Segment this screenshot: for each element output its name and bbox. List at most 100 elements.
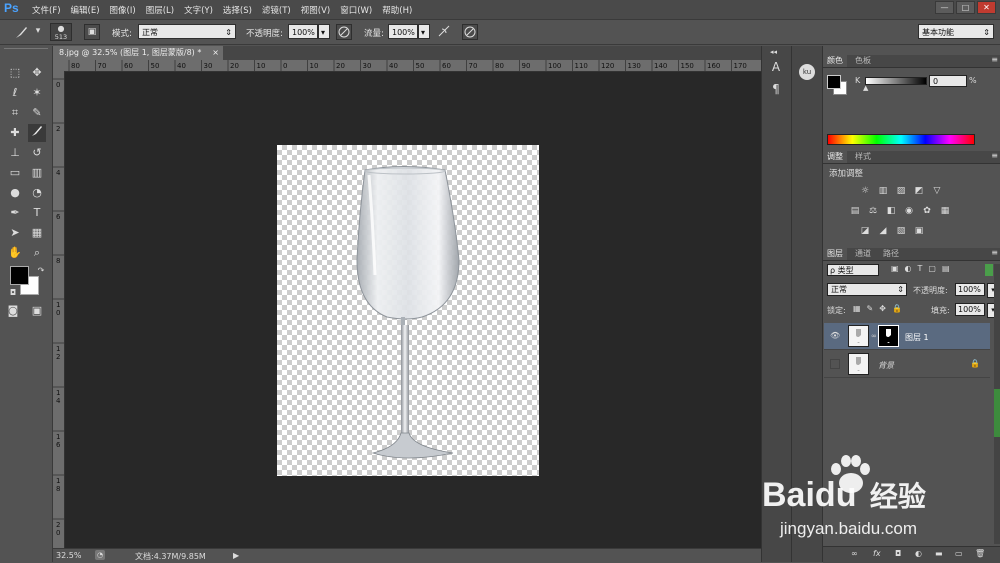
- invert-adjust-icon[interactable]: ◪: [859, 226, 871, 236]
- new-layer-icon[interactable]: ▭: [955, 549, 963, 558]
- menu-layer[interactable]: 图层(L): [146, 4, 174, 16]
- hue-saturation-adjust-icon[interactable]: ▤: [849, 206, 861, 216]
- brush-size-picker[interactable]: ● 513: [50, 23, 72, 41]
- move-tool-icon[interactable]: ✥: [28, 64, 46, 82]
- crop-tool-icon[interactable]: ⌗: [6, 104, 24, 122]
- tab-styles[interactable]: 样式: [851, 151, 875, 163]
- history-brush-tool-icon[interactable]: ↺: [28, 144, 46, 162]
- tab-layers[interactable]: 图层: [823, 248, 847, 260]
- layer-row-background[interactable]: 背景 🔒: [824, 351, 990, 378]
- link-layers-icon[interactable]: ∞: [851, 549, 858, 558]
- toolbox-grip[interactable]: [4, 48, 48, 55]
- menu-help[interactable]: 帮助(H): [382, 4, 412, 16]
- clone-stamp-tool-icon[interactable]: ⊥: [6, 144, 24, 162]
- blend-mode-select[interactable]: 正常 ⇕: [827, 283, 907, 296]
- menu-select[interactable]: 选择(S): [223, 4, 252, 16]
- flow-input[interactable]: 100%: [388, 24, 418, 39]
- layer-name[interactable]: 图层 1: [905, 332, 929, 343]
- panel-menu-icon[interactable]: ≡: [991, 55, 998, 64]
- workspace-select[interactable]: 基本功能 ⇕: [918, 24, 994, 39]
- layer-thumbnail[interactable]: [848, 325, 869, 347]
- status-info-icon[interactable]: ◔: [95, 550, 105, 560]
- layer-row-layer1[interactable]: 👁 ∞ 图层 1: [824, 323, 990, 350]
- filter-toggle[interactable]: [985, 264, 993, 276]
- color-balance-adjust-icon[interactable]: ⚖: [867, 206, 879, 216]
- visibility-box[interactable]: [830, 359, 840, 369]
- airbrush-icon[interactable]: [436, 24, 452, 40]
- background-layer-name[interactable]: 背景: [878, 360, 894, 371]
- eraser-tool-icon[interactable]: ▭: [6, 164, 24, 182]
- brush-panel-toggle-icon[interactable]: ▣: [84, 24, 100, 40]
- color-spectrum[interactable]: [827, 134, 975, 145]
- fill-input[interactable]: 100%: [955, 303, 985, 316]
- layer-filter-select[interactable]: ρ 类型: [827, 264, 879, 276]
- threshold-adjust-icon[interactable]: ▧: [895, 226, 907, 236]
- layers-scrollbar[interactable]: [994, 264, 1000, 544]
- foreground-color-swatch-front[interactable]: [10, 266, 29, 285]
- color-lookup-adjust-icon[interactable]: ▦: [939, 206, 951, 216]
- tab-close-icon[interactable]: ×: [212, 46, 219, 60]
- opacity-input[interactable]: 100%: [288, 24, 318, 39]
- color-fg-swatch-front[interactable]: [827, 75, 841, 89]
- pressure-size-icon[interactable]: [462, 24, 478, 40]
- minimize-button[interactable]: —: [935, 1, 954, 14]
- black-white-adjust-icon[interactable]: ◧: [885, 206, 897, 216]
- type-tool-icon[interactable]: T: [28, 204, 46, 222]
- panel-menu-icon[interactable]: ≡: [991, 248, 998, 257]
- menu-file[interactable]: 文件(F): [32, 4, 61, 16]
- photo-filter-adjust-icon[interactable]: ◉: [903, 206, 915, 216]
- gradient-map-adjust-icon[interactable]: ▣: [913, 226, 925, 236]
- menu-filter[interactable]: 滤镜(T): [262, 4, 291, 16]
- tab-color[interactable]: 颜色: [823, 55, 847, 67]
- channel-mixer-adjust-icon[interactable]: ✿: [921, 206, 933, 216]
- fx-icon[interactable]: fx: [873, 549, 881, 558]
- tab-swatches[interactable]: 色板: [851, 55, 875, 67]
- brush-tool-icon[interactable]: [14, 24, 30, 40]
- blur-tool-icon[interactable]: ●: [6, 184, 24, 202]
- collapse-arrows-icon[interactable]: ◂◂: [770, 48, 777, 56]
- group-folder-icon[interactable]: ▬: [935, 549, 943, 558]
- pressure-opacity-icon[interactable]: [336, 24, 352, 40]
- zoom-tool-icon[interactable]: ⌕: [28, 244, 46, 262]
- levels-adjust-icon[interactable]: ▥: [877, 186, 889, 196]
- status-menu-arrow-icon[interactable]: ▶: [233, 551, 239, 560]
- close-button[interactable]: ✕: [977, 1, 996, 14]
- slider-thumb-icon[interactable]: ▲: [863, 84, 868, 92]
- flow-dropdown-icon[interactable]: ▾: [418, 24, 430, 39]
- k-value-input[interactable]: 0: [929, 75, 967, 87]
- document-tab[interactable]: 8.jpg @ 32.5% (图层 1, 图层蒙版/8) * ×: [53, 46, 223, 60]
- character-panel-icon[interactable]: A: [767, 60, 785, 78]
- layer-opacity-input[interactable]: 100%: [955, 283, 985, 296]
- pen-tool-icon[interactable]: ✒: [6, 204, 24, 222]
- vibrance-adjust-icon[interactable]: ▽: [931, 186, 943, 196]
- curves-adjust-icon[interactable]: ▨: [895, 186, 907, 196]
- mode-select[interactable]: 正常 ⇕: [138, 24, 236, 39]
- brightness-adjust-icon[interactable]: ☼: [859, 186, 871, 196]
- menu-type[interactable]: 文字(Y): [184, 4, 213, 16]
- default-colors-icon[interactable]: ◘: [4, 284, 22, 302]
- lock-icons[interactable]: ▦✎✥🔒: [853, 304, 908, 313]
- exposure-adjust-icon[interactable]: ◩: [913, 186, 925, 196]
- healing-brush-tool-icon[interactable]: ✚: [6, 124, 24, 142]
- add-mask-icon[interactable]: ◘: [895, 549, 901, 558]
- gradient-tool-icon[interactable]: ▥: [28, 164, 46, 182]
- zoom-level[interactable]: 32.5%: [56, 551, 81, 560]
- menu-view[interactable]: 视图(V): [301, 4, 330, 16]
- menu-window[interactable]: 窗口(W): [340, 4, 372, 16]
- restore-button[interactable]: □: [956, 1, 975, 14]
- menu-image[interactable]: 图像(I): [110, 4, 136, 16]
- document-canvas[interactable]: [277, 145, 539, 476]
- visibility-eye-icon[interactable]: 👁: [830, 331, 840, 340]
- marquee-tool-icon[interactable]: ⬚: [6, 64, 24, 82]
- path-selection-tool-icon[interactable]: ➤: [6, 224, 24, 242]
- opacity-dropdown-icon[interactable]: ▾: [318, 24, 330, 39]
- posterize-adjust-icon[interactable]: ◢: [877, 226, 889, 236]
- shape-tool-icon[interactable]: ▦: [28, 224, 46, 242]
- lasso-tool-icon[interactable]: ℓ: [6, 84, 24, 102]
- swap-colors-icon[interactable]: ↷: [32, 262, 50, 280]
- mask-link-icon[interactable]: ∞: [871, 332, 877, 340]
- layers-scroll-thumb[interactable]: [994, 389, 1000, 437]
- menu-edit[interactable]: 编辑(E): [71, 4, 100, 16]
- eyedropper-tool-icon[interactable]: ✎: [28, 104, 46, 122]
- k-slider[interactable]: [865, 77, 927, 85]
